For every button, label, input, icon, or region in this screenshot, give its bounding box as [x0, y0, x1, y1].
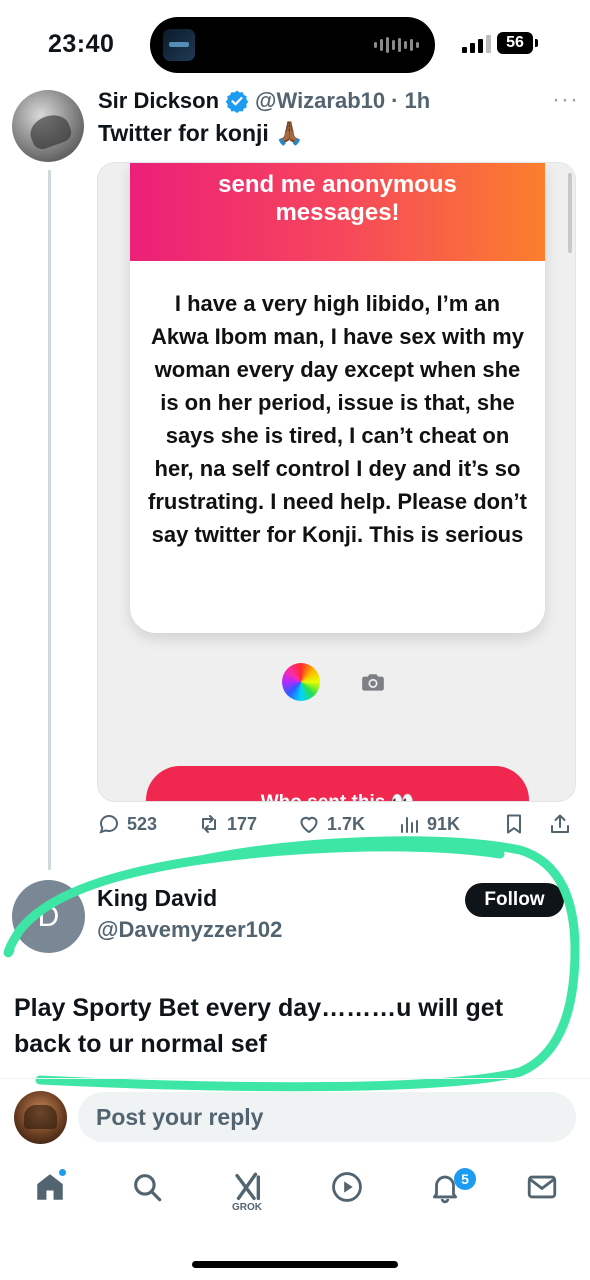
ngl-message-text: I have a very high libido, I’m an Akwa I… — [148, 291, 527, 547]
reply-author-handle[interactable]: @Davemyzzer102 — [97, 917, 282, 943]
tweet-header: Sir Dickson @Wizarab10 · 1h — [98, 88, 430, 114]
like-count: 1.7K — [327, 813, 366, 834]
views-count: 91K — [427, 813, 461, 834]
views-action[interactable]: 91K — [397, 812, 460, 836]
tweet-text: Twitter for konji 🙏🏾 — [98, 120, 304, 146]
author-name[interactable]: Sir Dickson — [98, 88, 219, 114]
retweet-icon — [202, 815, 216, 833]
bookmark-icon — [507, 814, 521, 834]
reply-text: Play Sporty Bet every day………u will get b… — [14, 994, 504, 1058]
more-options-icon[interactable]: ··· — [552, 86, 579, 114]
bottom-tab-bar: GROK — [0, 1160, 590, 1230]
reply-input[interactable]: Post your reply — [78, 1092, 576, 1142]
header-separator: · — [391, 88, 399, 113]
tweet-actions: 523 177 1.7K 91K — [97, 812, 577, 844]
retweet-count: 177 — [227, 813, 258, 834]
divider — [0, 1078, 590, 1079]
share-action[interactable] — [548, 812, 572, 836]
grok-icon — [235, 1172, 261, 1201]
camera-icon — [362, 674, 384, 691]
share-icon — [551, 814, 569, 833]
reply-count: 523 — [127, 813, 158, 834]
notifications-badge: 5 — [454, 1168, 476, 1190]
tab-messages[interactable] — [522, 1170, 562, 1214]
status-time: 23:40 — [48, 30, 115, 58]
grok-label: GROK — [232, 1202, 262, 1213]
status-bar: 23:40 56 — [0, 0, 590, 80]
reply-action[interactable]: 523 — [97, 812, 157, 836]
author-avatar[interactable] — [12, 90, 84, 162]
thread-line — [48, 170, 51, 870]
ngl-card-header: send me anonymous messages! — [130, 163, 545, 261]
like-action[interactable]: 1.7K — [297, 812, 365, 836]
heart-icon — [300, 816, 318, 834]
dynamic-island[interactable] — [150, 17, 435, 73]
tweet-time: 1h — [404, 88, 431, 113]
views-icon — [401, 817, 418, 833]
tab-video[interactable] — [327, 1170, 367, 1214]
author-handle[interactable]: @Wizarab10 — [255, 88, 385, 114]
who-sent-this-button: Who sent this 👀 — [146, 766, 529, 801]
tab-search[interactable] — [127, 1170, 167, 1214]
reply-author-avatar[interactable]: D — [12, 880, 85, 953]
battery-icon: 56 — [497, 32, 538, 54]
bookmark-action[interactable] — [502, 812, 526, 836]
my-avatar[interactable] — [14, 1091, 67, 1144]
search-icon — [134, 1174, 162, 1202]
verified-badge-icon — [225, 90, 249, 113]
mail-icon — [527, 1175, 557, 1199]
reply-icon — [99, 814, 119, 834]
audio-waveform-icon — [374, 37, 419, 53]
retweet-action[interactable]: 177 — [197, 812, 257, 836]
play-icon — [332, 1172, 362, 1202]
home-indicator[interactable] — [192, 1261, 398, 1268]
home-new-indicator — [58, 1168, 67, 1177]
media-scrollbar — [568, 173, 572, 253]
color-picker-icon — [282, 663, 320, 701]
now-playing-artwork — [163, 29, 195, 61]
cellular-signal-icon — [462, 35, 491, 53]
ngl-message-card: send me anonymous messages! I have a ver… — [130, 163, 545, 633]
tweet-media[interactable]: send me anonymous messages! I have a ver… — [97, 162, 576, 802]
reply-author-name[interactable]: King David — [97, 885, 217, 912]
follow-button[interactable]: Follow — [465, 883, 564, 917]
tab-grok[interactable]: GROK — [227, 1170, 267, 1214]
